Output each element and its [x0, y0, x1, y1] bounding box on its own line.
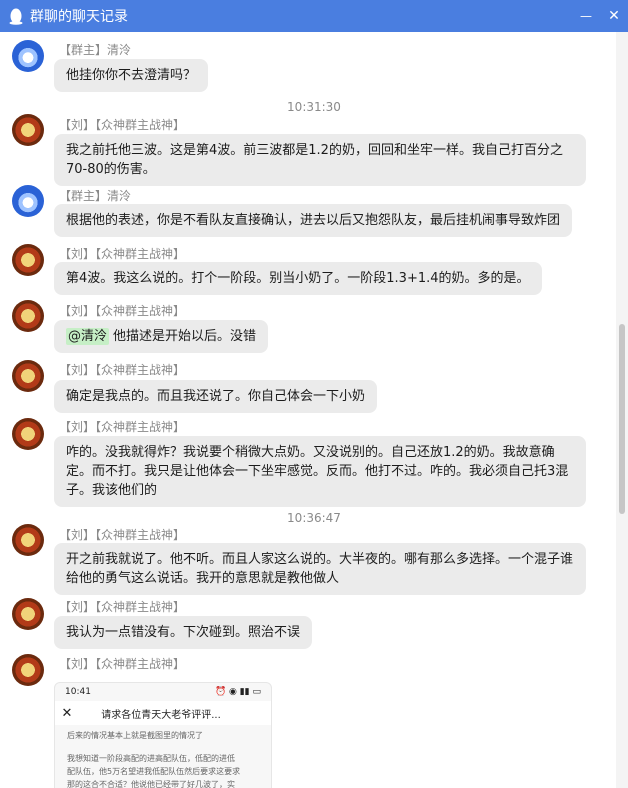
message-bubble: 我之前托他三波。这是第4波。前三波都是1.2的奶，回回和坐牢一样。我自己打百分之… — [54, 134, 586, 186]
avatar[interactable] — [12, 524, 44, 556]
avatar[interactable] — [12, 654, 44, 686]
avatar[interactable] — [12, 418, 44, 450]
message-bubble: 根据他的表述，你是不看队友直接确认，进去以后又抱怨队友，最后挂机闹事导致炸团 — [54, 204, 573, 237]
sender-name: 【群主】清泠 — [59, 43, 132, 57]
avatar[interactable] — [12, 244, 44, 276]
qq-penguin-icon — [9, 8, 23, 25]
phone-status-bar: 10:41 ⏰ ◉ ▮▮ ▭ — [55, 683, 271, 701]
post-line: 配队伍，他5万名望进我低配队伍然后要求这要求 — [67, 767, 241, 776]
title-bar: 群聊的聊天记录 — ✕ — [0, 0, 628, 32]
sender-name: 【刘】【众神群主战神】 — [59, 363, 186, 377]
sender-name: 【群主】清泠 — [59, 189, 132, 203]
timestamp: 10:31:30 — [287, 100, 341, 114]
chat-history[interactable]: 【群主】清泠 他挂你你不去澄清吗？ 10:31:30 【刘】【众神群主战神】 我… — [0, 32, 616, 788]
timestamp: 10:36:47 — [287, 511, 341, 525]
mention-tag[interactable]: @清泠 — [66, 328, 110, 345]
minimize-icon: — — [580, 9, 592, 23]
sender-name: 【刘】【众神群主战神】 — [59, 420, 186, 434]
post-title: 请求各位青天大老爷评评... — [101, 709, 221, 721]
window-title: 群聊的聊天记录 — [30, 9, 128, 25]
sender-name: 【刘】【众神群主战神】 — [59, 118, 186, 132]
avatar[interactable] — [12, 40, 44, 72]
post-line: 后来的情况基本上就是截图里的情况了 — [67, 731, 203, 740]
message-bubble: 咋的。没我就得炸？我说要个稍微大点奶。又没说别的。自己还放1.2的奶。我故意确定… — [54, 436, 586, 507]
sender-name: 【刘】【众神群主战神】 — [59, 304, 186, 318]
post-body: 后来的情况基本上就是截图里的情况了 我想知道一阶段高配的进高配队伍，低配的进低 … — [55, 725, 271, 788]
message-bubble: 我认为一点错没有。下次碰到。照治不误 — [54, 616, 313, 649]
message-text: 他描述是开始以后。没错 — [113, 329, 257, 344]
avatar[interactable] — [12, 598, 44, 630]
scrollbar-thumb[interactable] — [619, 324, 625, 514]
scrollbar[interactable] — [616, 32, 628, 788]
avatar[interactable] — [12, 360, 44, 392]
status-icons: ⏰ ◉ ▮▮ ▭ — [214, 687, 261, 697]
sender-name: 【刘】【众神群主战神】 — [59, 247, 186, 261]
minimize-button[interactable]: — — [572, 0, 600, 32]
sender-name: 【刘】【众神群主战神】 — [59, 600, 186, 614]
message-bubble: @清泠 他描述是开始以后。没错 — [54, 320, 269, 353]
message-bubble: 确定是我点的。而且我还说了。你自己体会一下小奶 — [54, 380, 378, 413]
message-bubble: 他挂你你不去澄清吗？ — [54, 59, 209, 92]
close-button[interactable]: ✕ — [600, 0, 628, 32]
avatar[interactable] — [12, 185, 44, 217]
phone-nav-bar: ✕ 请求各位青天大老爷评评... — [55, 701, 271, 725]
status-clock: 10:41 — [65, 687, 91, 697]
avatar[interactable] — [12, 114, 44, 146]
close-icon: ✕ — [61, 705, 73, 721]
message-bubble: 第4波。我这么说的。打个一阶段。别当小奶了。一阶段1.3+1.4的奶。多的是。 — [54, 262, 542, 295]
image-attachment[interactable]: 10:41 ⏰ ◉ ▮▮ ▭ ✕ 请求各位青天大老爷评评... 后来的情况基本上… — [54, 682, 272, 788]
sender-name: 【刘】【众神群主战神】 — [59, 528, 186, 542]
post-line: 那的这合不合适？他说他已经带了好几波了，实 — [67, 780, 235, 788]
close-icon: ✕ — [608, 8, 620, 24]
post-line: 我想知道一阶段高配的进高配队伍，低配的进低 — [67, 754, 235, 763]
sender-name: 【刘】【众神群主战神】 — [59, 657, 186, 671]
avatar[interactable] — [12, 300, 44, 332]
message-bubble: 开之前我就说了。他不听。而且人家这么说的。大半夜的。哪有那么多选择。一个混子谁给… — [54, 543, 586, 595]
